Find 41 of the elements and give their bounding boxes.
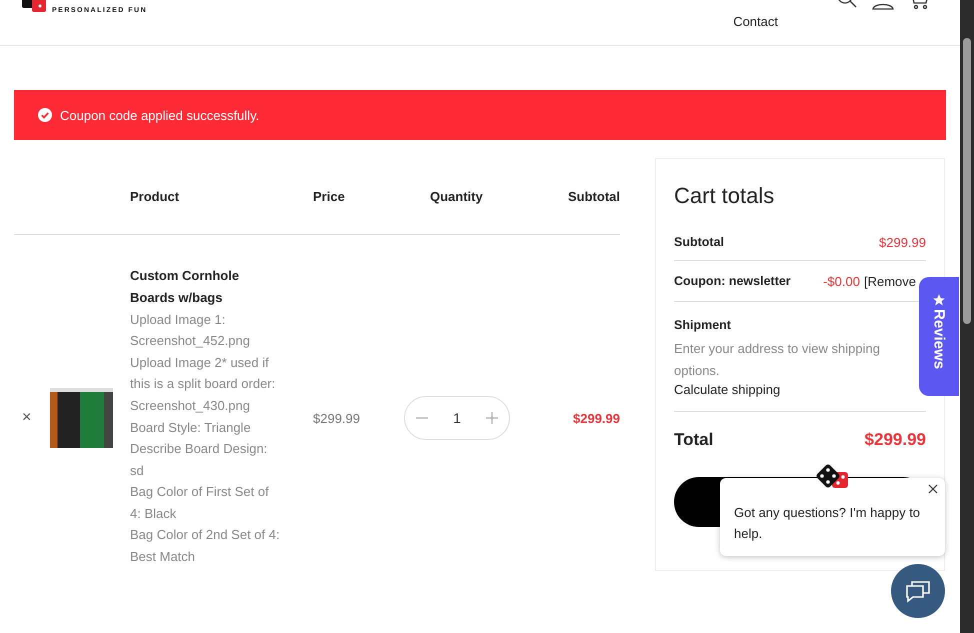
shipment-label: Shipment	[674, 318, 732, 332]
remove-item-button[interactable]: ×	[16, 409, 38, 428]
star-icon	[932, 293, 946, 307]
product-option: Upload Image 1: Screenshot_452.png	[130, 308, 280, 352]
calculate-shipping-link[interactable]: Calculate shipping	[674, 382, 780, 398]
line-subtotal: $299.99	[573, 410, 620, 426]
product-option: Describe Board Design: sd	[130, 438, 280, 482]
coupon-amount: -$0.00	[823, 274, 860, 288]
check-circle-icon	[38, 108, 52, 122]
remove-coupon-link[interactable]: [Remove	[864, 274, 916, 288]
product-thumbnail	[50, 388, 113, 448]
dice-logo-icon	[20, 0, 48, 14]
column-header: Price	[313, 188, 345, 204]
product-option: Bag Color of 2nd Set of 4: Best Match	[130, 524, 280, 568]
cart-totals-title: Cart totals	[674, 183, 776, 209]
chat-button[interactable]	[891, 564, 945, 618]
reviews-tab[interactable]: Reviews	[919, 277, 959, 396]
plus-icon[interactable]	[485, 411, 499, 426]
subtotal-amount: $299.99	[879, 234, 926, 250]
scrollbar-thumb[interactable]	[963, 38, 971, 324]
total-amount: $299.99	[864, 430, 926, 450]
quantity-stepper[interactable]: 1	[404, 396, 510, 440]
nav-link[interactable]: Contact	[733, 14, 778, 29]
product-name[interactable]: Custom Cornhole Boards w/bags	[130, 265, 280, 309]
scrollbar[interactable]	[960, 0, 974, 633]
shipping-note: Enter your address to view shipping options.	[674, 340, 881, 380]
product-option: Upload Image 2* used if this is a split board order: Screenshot_430.png	[130, 352, 280, 416]
total-label: Total	[674, 430, 714, 450]
coupon-label: Coupon: newsletter	[674, 274, 791, 288]
alert-message: Coupon code applied successfully.	[60, 108, 260, 122]
product-price: $299.99	[313, 410, 360, 426]
column-header: Subtotal	[568, 188, 620, 204]
subtotal-label: Subtotal	[674, 235, 724, 249]
chat-message: Got any questions? I'm happy to help.	[734, 504, 922, 543]
column-header: Product	[130, 188, 180, 204]
chat-bubbles-icon	[905, 579, 931, 603]
product-option: Bag Color of First Set of 4: Black	[130, 481, 280, 524]
quantity-field[interactable]: 1	[440, 409, 474, 428]
column-header: Quantity	[430, 188, 483, 204]
product-option: Board Style: Triangle	[130, 416, 280, 438]
close-icon[interactable]	[927, 483, 939, 495]
